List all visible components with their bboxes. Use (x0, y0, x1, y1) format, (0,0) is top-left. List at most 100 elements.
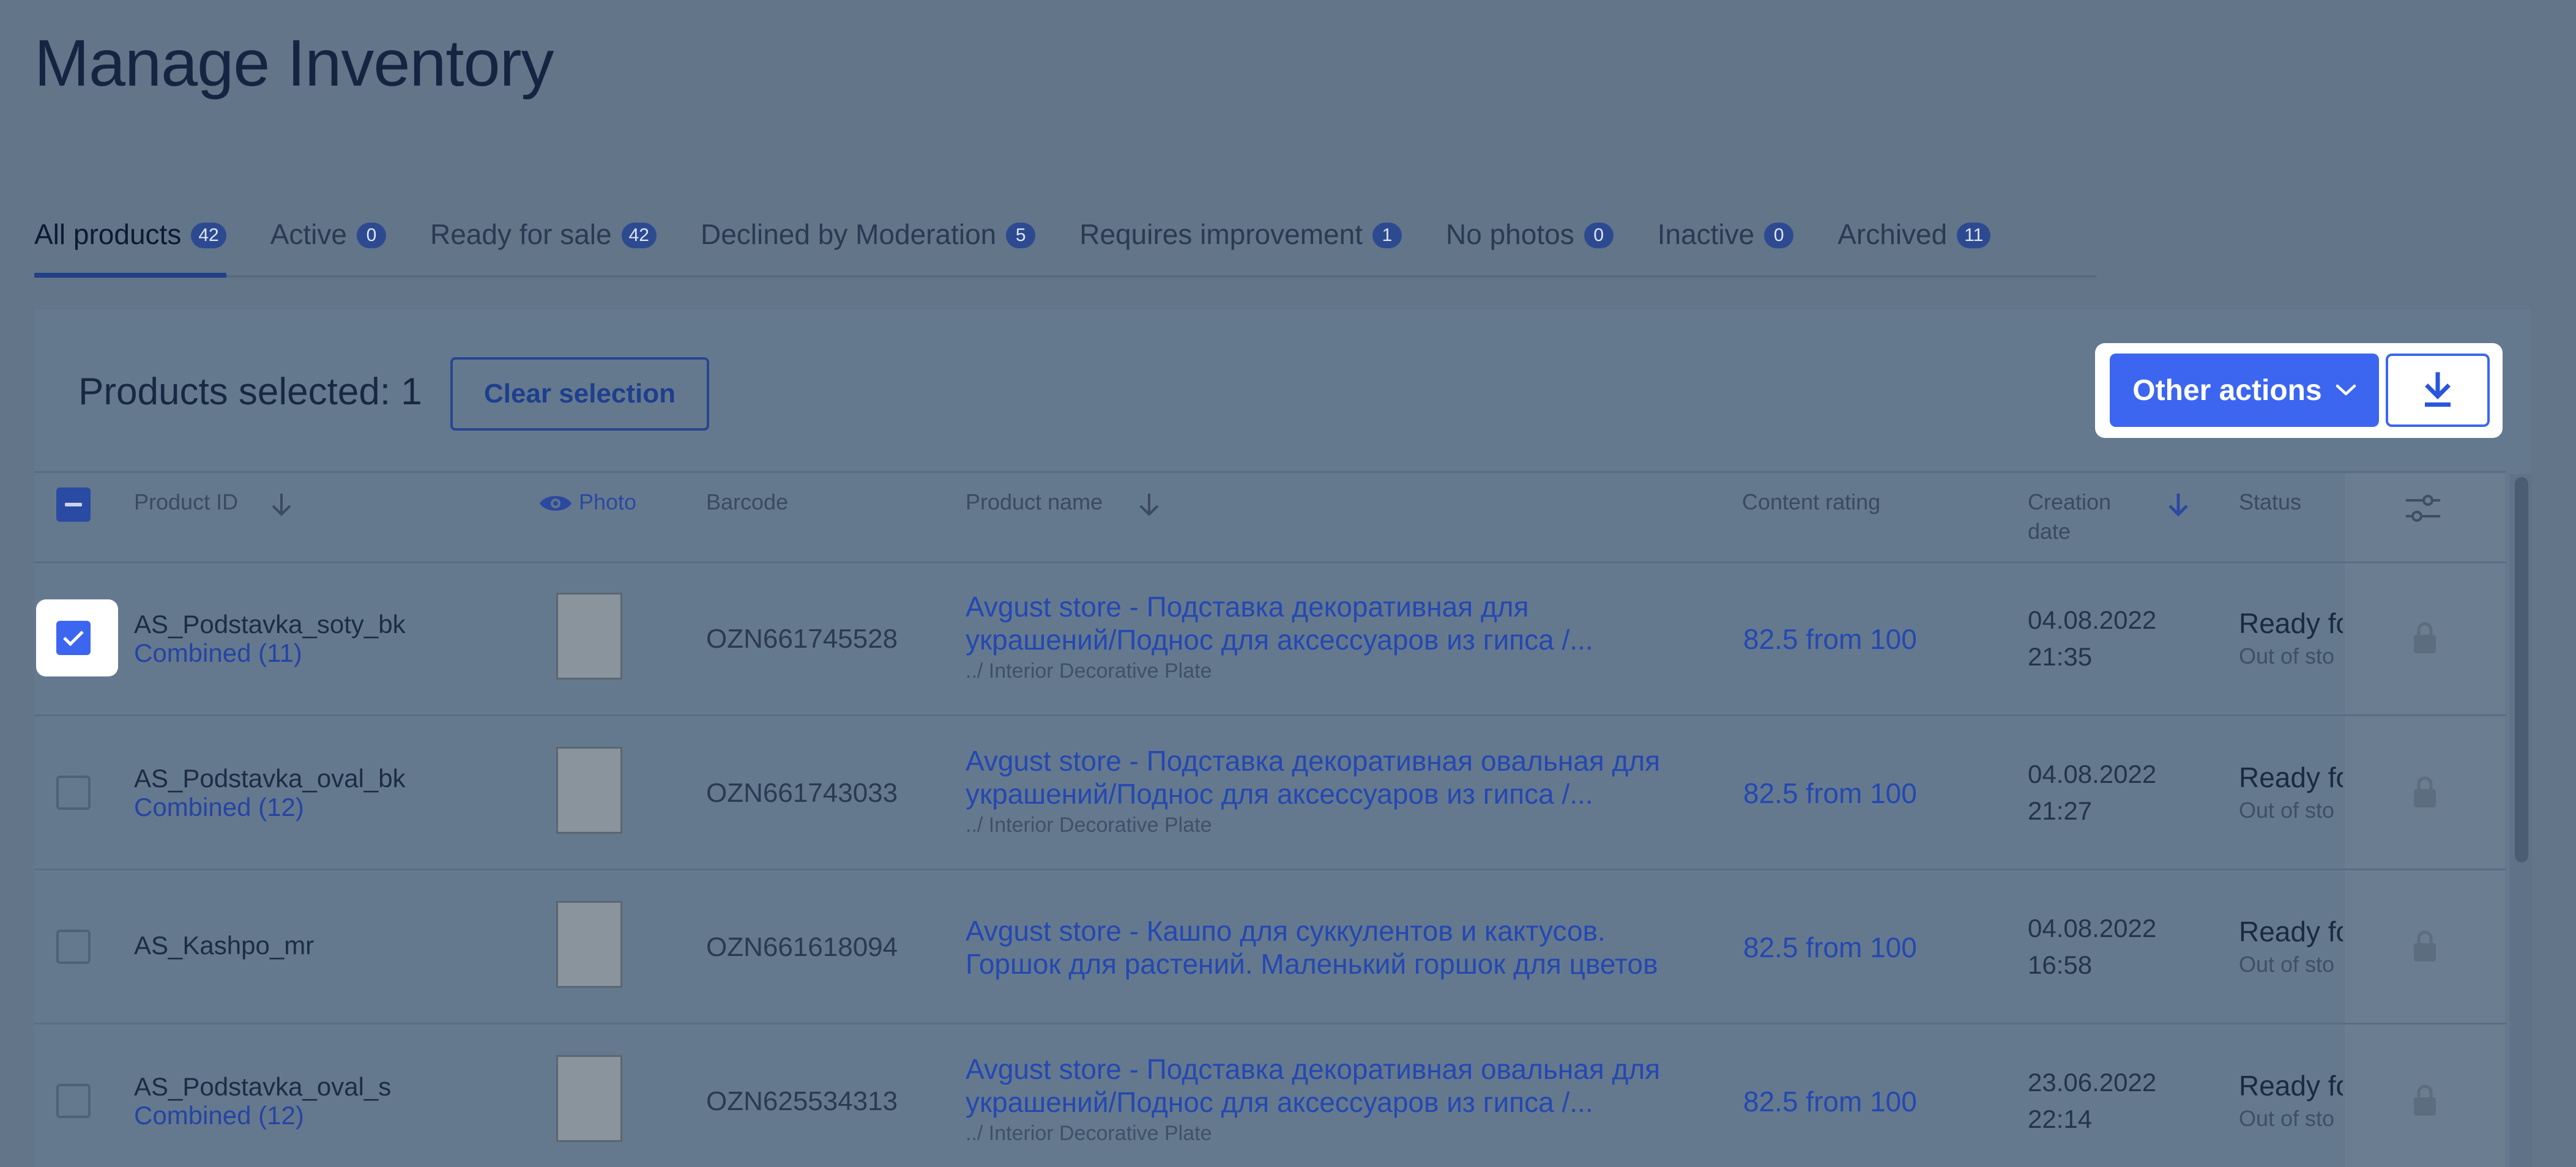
column-header-barcode: Barcode (706, 489, 789, 514)
tab-no-photos[interactable]: No photos 0 (1446, 214, 1614, 275)
table-top-border (34, 471, 2506, 473)
product-name-line: Avgust store - Подставка декоративная дл… (966, 591, 1529, 623)
product-name-link[interactable]: Avgust store - Подставка декоративная ов… (966, 744, 1700, 810)
barcode: OZN625534313 (706, 1086, 898, 1116)
column-header-creation-date-line2: date (2028, 519, 2071, 544)
other-actions-label: Other actions (2132, 374, 2322, 407)
tab-count-badge: 0 (1764, 223, 1794, 248)
product-thumbnail[interactable] (556, 747, 622, 834)
scrollbar-thumb[interactable] (2515, 477, 2528, 862)
product-name-line: украшений/Поднос для аксессуаров из гипс… (966, 1086, 1593, 1118)
row-divider (34, 561, 2506, 563)
tab-count-badge: 5 (1006, 223, 1036, 248)
combined-link[interactable]: Combined (12) (134, 1101, 304, 1130)
selection-count: Products selected: 1 (78, 371, 422, 413)
content-rating-link[interactable]: 82.5 from 100 (1743, 777, 1917, 810)
sort-arrow-down-icon[interactable] (269, 492, 294, 518)
product-thumbnail[interactable] (556, 593, 622, 680)
barcode: OZN661743033 (706, 778, 898, 808)
status-label: Ready fo (2239, 761, 2343, 793)
tab-label: All products (34, 218, 182, 250)
row-checkbox[interactable] (56, 1084, 91, 1118)
tab-ready-for-sale[interactable]: Ready for sale 42 (430, 214, 657, 275)
product-thumbnail[interactable] (556, 901, 622, 988)
product-name-link[interactable]: Avgust store - Подставка декоративная дл… (966, 590, 1700, 656)
row-checkbox[interactable] (56, 776, 91, 810)
status-sublabel: Out of sto (2239, 1106, 2335, 1131)
product-name-link[interactable]: Avgust store - Кашпо для суккулентов и к… (966, 914, 1700, 980)
content-rating-link[interactable]: 82.5 from 100 (1743, 931, 1917, 964)
product-name-line: Avgust store - Подставка декоративная ов… (966, 745, 1661, 777)
tab-label: Requires improvement (1079, 218, 1363, 250)
creation-time: 22:14 (2028, 1105, 2093, 1133)
sort-arrow-down-active-icon[interactable] (2166, 492, 2191, 518)
row-divider (34, 714, 2506, 716)
eye-icon (540, 496, 571, 511)
creation-date: 04.08.2022 (2028, 760, 2157, 788)
product-id: AS_Podstavka_oval_s (134, 1072, 392, 1101)
tab-label: Ready for sale (430, 218, 612, 250)
product-category: ../ Interior Decorative Plate (966, 1122, 1212, 1145)
product-category: ../ Interior Decorative Plate (966, 659, 1212, 683)
column-header-product-name[interactable]: Product name (966, 489, 1103, 515)
status-sublabel: Out of sto (2239, 952, 2335, 977)
content-rating-link[interactable]: 82.5 from 100 (1743, 623, 1917, 656)
creation-time: 21:27 (2028, 796, 2093, 825)
status-label: Ready fo (2239, 916, 2343, 947)
tab-archived[interactable]: Archived 11 (1837, 214, 1991, 275)
tab-active[interactable]: Active 0 (270, 214, 386, 275)
tab-declined-by-moderation[interactable]: Declined by Moderation 5 (700, 214, 1036, 275)
select-all-checkbox[interactable] (56, 487, 91, 522)
tab-count-badge: 42 (621, 223, 657, 248)
creation-time: 16:58 (2028, 950, 2093, 979)
content-rating-link[interactable]: 82.5 from 100 (1743, 1085, 1917, 1118)
product-id: AS_Podstavka_soty_bk (134, 610, 406, 639)
tab-label: No photos (1446, 218, 1574, 250)
row-checkbox[interactable] (56, 621, 91, 655)
creation-time: 21:35 (2028, 642, 2093, 671)
tab-count-badge: 0 (356, 223, 386, 248)
tab-label: Archived (1837, 218, 1948, 250)
tab-inactive[interactable]: Inactive 0 (1658, 214, 1794, 275)
tab-label: Inactive (1657, 218, 1755, 250)
tab-count-badge: 0 (1584, 223, 1614, 248)
column-header-content-rating: Content rating (1742, 489, 1881, 514)
status-sublabel: Out of sto (2239, 798, 2335, 823)
page-title: Manage Inventory (34, 26, 554, 100)
row-divider (34, 869, 2506, 870)
settings-column (2345, 474, 2505, 1167)
tab-all-products[interactable]: All products 42 (34, 214, 226, 278)
column-header-creation-date[interactable]: Creation (2028, 489, 2111, 515)
column-header-photo[interactable]: Photo (579, 489, 636, 515)
product-name-line: Avgust store - Подставка декоративная ов… (966, 1053, 1661, 1085)
product-name-line: украшений/Поднос для аксессуаров из гипс… (966, 624, 1593, 656)
tab-requires-improvement[interactable]: Requires improvement 1 (1079, 214, 1402, 275)
row-divider (34, 1023, 2506, 1024)
sort-arrow-down-icon[interactable] (1137, 492, 1161, 518)
product-name-line: Горшок для растений. Маленький горшок дл… (966, 948, 1658, 980)
tab-count-badge: 1 (1372, 223, 1402, 248)
tab-label: Declined by Moderation (700, 218, 997, 250)
product-name-link[interactable]: Avgust store - Подставка декоративная ов… (966, 1053, 1700, 1119)
lock-icon (2414, 930, 2436, 961)
combined-link[interactable]: Combined (12) (134, 793, 304, 822)
column-settings-icon[interactable] (2405, 493, 2441, 524)
combined-link[interactable]: Combined (11) (134, 639, 302, 668)
product-id: AS_Podstavka_oval_bk (134, 764, 406, 793)
status-label: Ready fo (2239, 607, 2343, 639)
clear-selection-button[interactable]: Clear selection (450, 357, 709, 431)
creation-date: 23.06.2022 (2028, 1068, 2157, 1097)
lock-icon (2414, 776, 2436, 807)
row-checkbox[interactable] (56, 930, 91, 964)
download-button[interactable] (2386, 354, 2490, 427)
column-header-status: Status (2239, 489, 2302, 514)
creation-date: 04.08.2022 (2028, 606, 2157, 634)
column-header-product-id[interactable]: Product ID (134, 489, 238, 515)
creation-date: 04.08.2022 (2028, 914, 2157, 943)
status-sublabel: Out of sto (2239, 643, 2335, 669)
barcode: OZN661618094 (706, 932, 898, 962)
lock-icon (2414, 1084, 2436, 1116)
other-actions-button[interactable]: Other actions (2110, 354, 2379, 427)
minus-icon (65, 503, 82, 506)
product-thumbnail[interactable] (556, 1055, 622, 1142)
